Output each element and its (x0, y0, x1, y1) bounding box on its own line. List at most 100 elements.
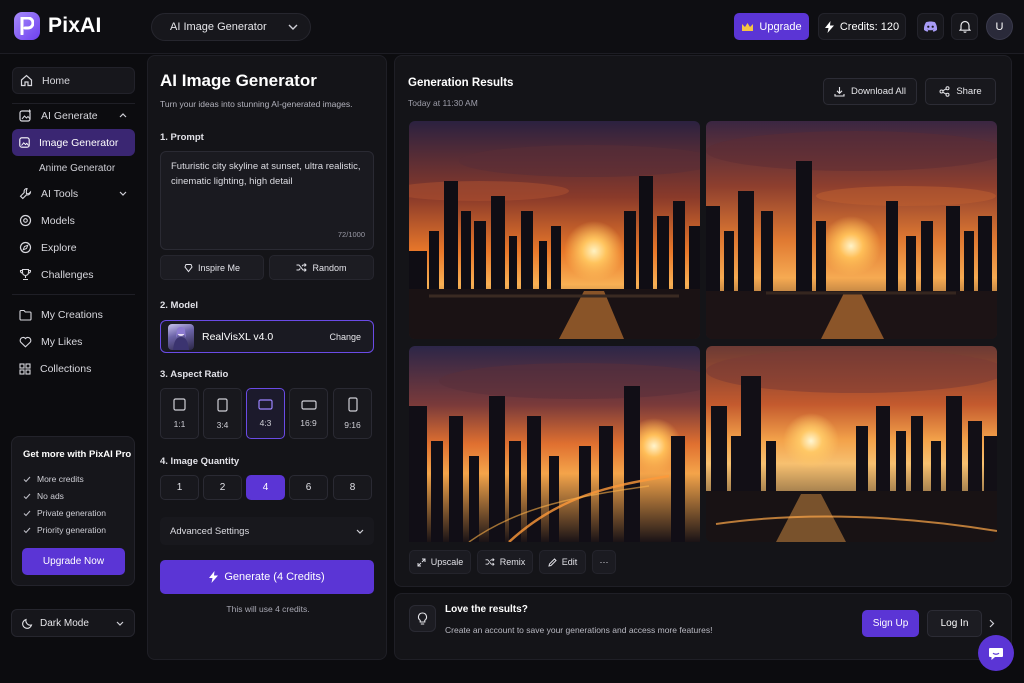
results-title: Generation Results (408, 77, 514, 89)
download-all-button[interactable]: Download All (823, 78, 917, 105)
check-icon (23, 476, 31, 483)
aspect-option-label: 4:3 (259, 418, 272, 428)
more-options-button[interactable]: ··· (592, 550, 616, 574)
sign-up-button[interactable]: Sign Up (862, 610, 919, 637)
sidebar-item-image-generator[interactable]: Image Generator (12, 129, 135, 156)
share-icon (939, 86, 950, 97)
download-all-label: Download All (851, 86, 906, 97)
prompt-input[interactable]: Futuristic city skyline at sunset, ultra… (160, 151, 374, 250)
chevron-down-icon (288, 24, 298, 30)
log-in-button[interactable]: Log In (927, 610, 982, 637)
chevron-right-icon[interactable] (989, 619, 995, 628)
sidebar-item-home[interactable]: Home (12, 67, 135, 94)
generated-image[interactable] (409, 121, 700, 339)
sidebar-item-my-creations[interactable]: My Creations (12, 301, 135, 328)
prompt-text: Futuristic city skyline at sunset, ultra… (171, 161, 361, 187)
heart-icon (19, 336, 32, 348)
promo-item: Priority generation (23, 525, 106, 535)
generated-image[interactable] (706, 121, 997, 339)
sidebar-item-my-likes[interactable]: My Likes (12, 328, 135, 355)
check-icon (23, 493, 31, 500)
upgrade-button[interactable]: Upgrade (734, 13, 809, 40)
discord-button[interactable] (917, 13, 944, 40)
generator-form-panel: AI Image Generator Turn your ideas into … (147, 55, 387, 660)
inspire-me-label: Inspire Me (197, 262, 241, 273)
check-icon (23, 527, 31, 534)
sidebar-item-label: Challenges (41, 268, 94, 281)
avatar[interactable]: U (986, 13, 1013, 40)
logo[interactable]: PixAI (14, 12, 102, 40)
aspect-option-label: 16:9 (300, 417, 317, 428)
remix-button[interactable]: Remix (477, 550, 533, 574)
sidebar-item-explore[interactable]: Explore (12, 234, 135, 261)
quantity-option[interactable]: 6 (289, 475, 328, 500)
page-title: AI Image Generator (160, 71, 317, 90)
random-button[interactable]: Random (269, 255, 374, 280)
quantity-option[interactable]: 1 (160, 475, 199, 500)
edit-label: Edit (561, 557, 578, 567)
expand-icon (417, 558, 426, 567)
image-quantity-label: 4. Image Quantity (160, 456, 240, 467)
sidebar-item-label: Home (42, 74, 71, 87)
tall-icon (347, 397, 358, 412)
change-model-button[interactable]: Change (329, 332, 361, 342)
aspect-option-1-1[interactable]: 1:1 (160, 388, 199, 439)
aspect-option-3-4[interactable]: 3:4 (203, 388, 242, 439)
generated-image[interactable] (409, 346, 700, 564)
generator-select-label: AI Image Generator (170, 21, 267, 33)
dark-mode-toggle[interactable]: Dark Mode (11, 609, 135, 637)
credits-display[interactable]: Credits: 120 (818, 13, 906, 40)
discord-icon (923, 21, 938, 32)
sidebar-item-models[interactable]: Models (12, 207, 135, 234)
chevron-down-icon (116, 621, 124, 626)
promo-item: No ads (23, 491, 64, 501)
banner-title: Love the results? (445, 604, 528, 615)
inspire-me-button[interactable]: Inspire Me (160, 255, 264, 280)
aspect-option-4-3[interactable]: 4:3 (246, 388, 285, 439)
model-label: 2. Model (160, 300, 199, 311)
download-icon (834, 86, 845, 97)
chevron-up-icon (119, 113, 127, 118)
share-button[interactable]: Share (925, 78, 996, 105)
sidebar-item-challenges[interactable]: Challenges (12, 261, 135, 288)
upscale-button[interactable]: Upscale (409, 550, 471, 574)
quantity-option[interactable]: 8 (333, 475, 372, 500)
credits-label: Credits: 120 (839, 20, 900, 33)
upgrade-now-button[interactable]: Upgrade Now (22, 548, 125, 575)
generator-select[interactable]: AI Image Generator (151, 13, 311, 41)
promo-item: More credits (23, 474, 84, 484)
chat-button[interactable] (978, 635, 1014, 671)
aspect-option-16-9[interactable]: 16:9 (289, 388, 328, 439)
model-selector[interactable]: RealVisXL v4.0 Change (160, 320, 374, 353)
moon-icon (22, 618, 33, 629)
quantity-option-selected[interactable]: 4 (246, 475, 285, 500)
sidebar-item-label: Models (41, 214, 75, 227)
promo-item-label: No ads (37, 491, 64, 501)
model-thumbnail (168, 323, 194, 350)
advanced-settings-toggle[interactable]: Advanced Settings (160, 517, 374, 545)
shuffle-icon (485, 558, 495, 566)
image-sparkle-icon (19, 109, 32, 122)
promo-item-label: More credits (37, 474, 84, 484)
sidebar-item-collections[interactable]: Collections (12, 355, 135, 382)
generate-button[interactable]: Generate (4 Credits) (160, 560, 374, 594)
edit-button[interactable]: Edit (539, 550, 586, 574)
quantity-option[interactable]: 2 (203, 475, 242, 500)
notifications-button[interactable] (951, 13, 978, 40)
pencil-icon (548, 557, 557, 567)
aspect-option-label: 3:4 (216, 419, 229, 430)
generated-image[interactable] (706, 346, 997, 542)
prompt-counter: 72/1000 (337, 230, 365, 240)
sidebar-item-anime-generator[interactable]: Anime Generator (39, 163, 115, 174)
sidebar-item-ai-generate[interactable]: AI Generate (12, 102, 135, 129)
sidebar-item-ai-tools[interactable]: AI Tools (12, 180, 135, 207)
results-timestamp: Today at 11:30 AM (408, 98, 478, 108)
promo-item-label: Private generation (37, 508, 106, 518)
model-name: RealVisXL v4.0 (202, 330, 274, 343)
generate-note: This will use 4 credits. (226, 604, 310, 614)
sidebar-item-label: My Creations (41, 308, 103, 321)
aspect-option-9-16[interactable]: 9:16 (333, 388, 372, 439)
chevron-down-icon (356, 529, 364, 534)
aspect-ratio-label: 3. Aspect Ratio (160, 369, 229, 380)
sidebar-item-label: AI Tools (41, 187, 79, 200)
